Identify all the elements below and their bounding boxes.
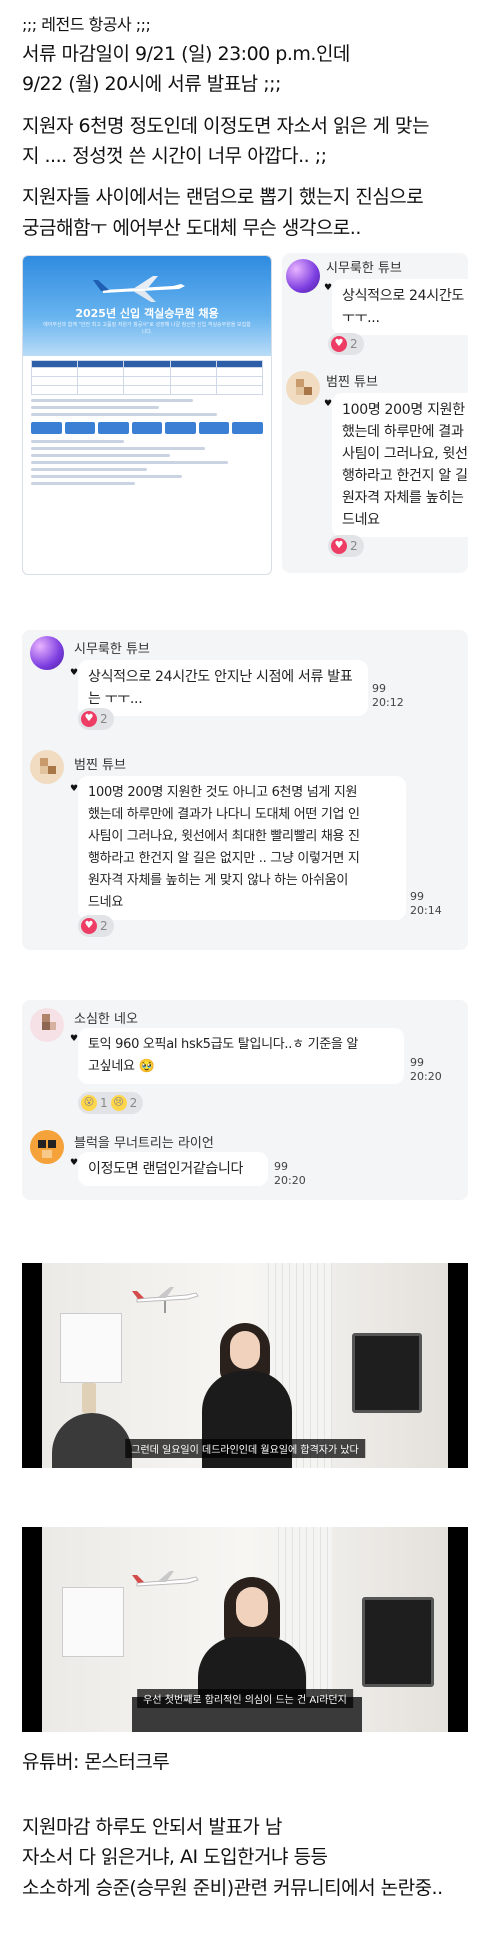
avatar: [286, 371, 320, 405]
heart-icon: ♥: [70, 668, 79, 678]
heart-icon: ♥: [331, 538, 347, 554]
message-meta: 99 20:12: [372, 682, 404, 709]
reaction-button[interactable]: 😮 1 😢 2: [78, 1092, 144, 1114]
video-caption: 그런데 일요일이 데드라인인데 월요일에 합격자가 났다: [125, 1439, 365, 1458]
drink-cup: [82, 1383, 96, 1413]
poster-title: 2025년 신입 객실승무원 채용: [75, 307, 219, 320]
heart-icon: ♥: [70, 1034, 79, 1044]
reaction-button[interactable]: ♥ 2: [328, 535, 364, 557]
post-text-line: 궁금해함ㅜ 에어부산 도대체 무슨 생각으로..: [22, 217, 361, 239]
message-bubble: 토익 960 오픽al hsk5급도 탈입니다..ㅎ 기준을 알 고싶네요 🥹: [78, 1028, 404, 1084]
message-bubble: 상식적으로 24시간도 안 ㅜㅜ...: [332, 279, 468, 335]
username: 시무룩한 튜브: [74, 642, 150, 657]
post-text-line: 지원자 6천명 정도인데 이정도면 자소서 읽은 게 맞는: [22, 115, 429, 137]
poster-process-flow: [31, 422, 264, 434]
message-bubble: 100명 200명 지원한 것도 아니고 6천명 넘게 지원 했는데 하루만에 …: [78, 776, 406, 920]
reaction-button[interactable]: ♥ 2: [78, 915, 114, 937]
person-face: [230, 1331, 260, 1369]
heart-icon: ♥: [324, 399, 333, 409]
surprised-emoji-icon: 😮: [81, 1095, 97, 1111]
avatar: [30, 1130, 64, 1164]
video-frame-1: 그런데 일요일이 데드라인인데 월요일에 합격자가 났다: [22, 1263, 468, 1468]
message-bubble: 이정도면 랜덤인거같습니다: [78, 1152, 268, 1186]
sad-emoji-icon: 😢: [110, 1095, 127, 1111]
video-frame-2: 우선 첫번째로 합리적인 의심이 드는 건 AI라던지: [22, 1527, 468, 1732]
poster-subtitle: 에어부산과 함께 "안전 최고 고품질 저원가 항공사"로 성장해 나갈 참신한…: [43, 322, 251, 335]
message-bubble: 100명 200명 지원한 했는데 하루만에 결과 사팀이 그러나요, 윗선 행…: [332, 393, 468, 537]
paper-tray: [60, 1313, 122, 1383]
heart-icon: ♥: [331, 336, 347, 352]
username: 범찐 튜브: [326, 375, 378, 390]
reaction-button[interactable]: ♥ 2: [78, 708, 114, 730]
message-bubble: 상식적으로 24시간도 안지난 시점에 서류 발표는 ㅜㅜ...: [78, 660, 368, 716]
post-text-line: 서류 마감일이 9/21 (일) 23:00 p.m.인데: [22, 43, 350, 65]
username: 블럭을 무너트리는 라이언: [74, 1136, 214, 1151]
airplane-model-icon: [132, 1287, 199, 1313]
username: 범찐 튜브: [74, 758, 126, 773]
youtuber-credit: 유튜버: 몬스터크루: [22, 1751, 170, 1773]
video-caption: 우선 첫번째로 합리적인 의심이 드는 건 AI라던지: [137, 1689, 353, 1708]
avatar: [30, 636, 64, 670]
heart-icon: ♥: [324, 283, 333, 293]
heart-icon: ♥: [70, 784, 79, 794]
poster-sky: 2025년 신입 객실승무원 채용 에어부산과 함께 "안전 최고 고품질 저원…: [23, 256, 271, 356]
chat-preview-card: 시무룩한 튜브 ♥ 상식적으로 24시간도 안 ㅜㅜ... ♥ 2 범찐 튜브 …: [282, 253, 468, 573]
reaction-button[interactable]: ♥ 2: [328, 333, 364, 355]
heart-icon: ♥: [70, 1158, 79, 1168]
username: 소심한 네오: [74, 1012, 138, 1027]
monitor: [362, 1597, 434, 1687]
message-meta: 99 20:14: [410, 890, 442, 917]
avatar: [30, 1008, 64, 1042]
chat-screenshot-2: 소심한 네오 ♥ 토익 960 오픽al hsk5급도 탈입니다..ㅎ 기준을 …: [22, 1000, 468, 1200]
paper-tray: [62, 1587, 124, 1657]
poster-table: [30, 360, 264, 395]
avatar: [30, 750, 64, 784]
poster-body: [30, 360, 264, 568]
chat-screenshot-1: 시무룩한 튜브 ♥ 상식적으로 24시간도 안지난 시점에 서류 발표는 ㅜㅜ.…: [22, 630, 468, 950]
post-text-line: 자소서 다 읽은거냐, AI 도입한거냐 등등: [22, 1846, 328, 1868]
airplane-model-icon: [132, 1571, 199, 1587]
heart-icon: ♥: [81, 711, 97, 727]
monitor: [352, 1333, 422, 1413]
person-face: [236, 1587, 268, 1627]
recruitment-poster-image: 2025년 신입 객실승무원 채용 에어부산과 함께 "안전 최고 고품질 저원…: [22, 255, 272, 575]
post-title: ;;; 레전드 항공사 ;;;: [22, 15, 151, 34]
post-text-line: 지원마감 하루도 안되서 발표가 남: [22, 1816, 282, 1838]
heart-icon: ♥: [81, 918, 97, 934]
post-text-line: 지원자들 사이에서는 랜덤으로 뽑기 했는지 진심으로: [22, 186, 424, 208]
post-text-line: 소소하게 승준(승무원 준비)관련 커뮤니티에서 논란중..: [22, 1877, 443, 1899]
message-meta: 99 20:20: [274, 1160, 306, 1187]
message-meta: 99 20:20: [410, 1056, 442, 1083]
post-text-line: 9/22 (월) 20시에 서류 발표남 ;;;: [22, 73, 281, 95]
post-text-line: 지 .... 정성껏 쓴 시간이 너무 아깝다.. ;;: [22, 145, 327, 167]
username: 시무룩한 튜브: [326, 261, 402, 276]
avatar: [286, 259, 320, 293]
